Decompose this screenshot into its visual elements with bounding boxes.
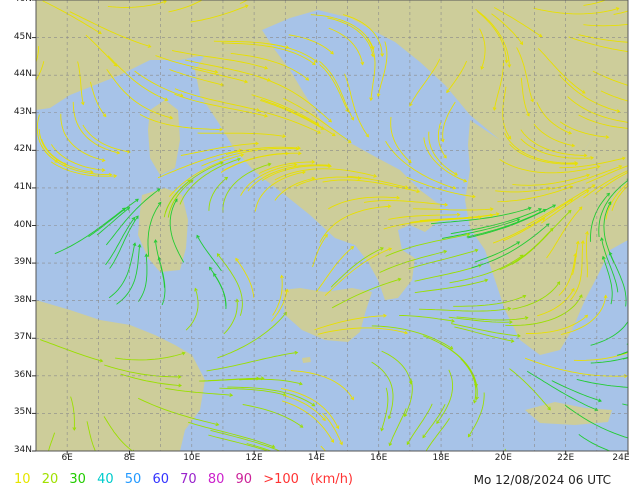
streamline-arrow — [26, 95, 29, 98]
latitude-label: 46N — [2, 0, 32, 4]
longitude-label: 6E — [61, 453, 73, 463]
latitude-label: 39N — [13, 257, 32, 268]
longitude-label: 14E — [307, 453, 325, 463]
latitude-label: 40N — [13, 219, 32, 230]
latitude-label: 38N — [13, 294, 32, 305]
land-malta — [302, 357, 311, 363]
latitude-label: 43N — [13, 106, 32, 117]
streamline-arrow — [284, 456, 287, 459]
legend-item-90: 90 — [235, 472, 253, 487]
longitude-label: 24E — [612, 453, 630, 463]
longitude-label: 18E — [432, 453, 450, 463]
latitude-label: 35N — [13, 407, 32, 418]
longitude-label: 8E — [123, 453, 136, 463]
latitude-label: 45N — [13, 31, 32, 42]
wind-speed-legend: 10 20 30 40 50 60 70 80 90 >100 (km/h) — [14, 472, 360, 487]
longitude-label: 22E — [557, 453, 575, 463]
legend-item-over-100: >100 — [263, 472, 299, 487]
forecast-timestamp: Mo 12/08/2024 06 UTC — [473, 473, 611, 487]
latitude-label: 41N — [13, 181, 32, 192]
streamline-arrow — [630, 170, 633, 173]
legend-item-10: 10 — [14, 472, 31, 487]
wind-streamline-map — [26, 0, 633, 473]
legend-unit: (km/h) — [310, 472, 354, 487]
streamline-arrow — [96, 454, 99, 457]
longitude-label: 10E — [183, 453, 201, 463]
longitude-label: 20E — [494, 453, 512, 463]
legend-item-20: 20 — [41, 472, 59, 487]
latitude-label: 42N — [13, 144, 32, 155]
latitude-label: 36N — [13, 369, 32, 380]
streamline-arrow — [292, 455, 295, 458]
legend-item-70: 70 — [180, 472, 197, 487]
legend-item-60: 60 — [152, 472, 169, 487]
streamline-arrow — [416, 470, 419, 473]
streamline-arrow — [301, 462, 304, 465]
latitude-label: 44N — [13, 69, 32, 80]
longitude-label: 12E — [245, 453, 263, 463]
legend-item-80: 80 — [207, 472, 225, 487]
legend-item-50: 50 — [124, 472, 142, 487]
legend-item-40: 40 — [97, 472, 114, 487]
longitude-label: 16E — [370, 453, 388, 463]
latitude-label: 34N — [13, 445, 32, 455]
legend-item-30: 30 — [69, 472, 86, 487]
latitude-label: 37N — [13, 332, 32, 343]
